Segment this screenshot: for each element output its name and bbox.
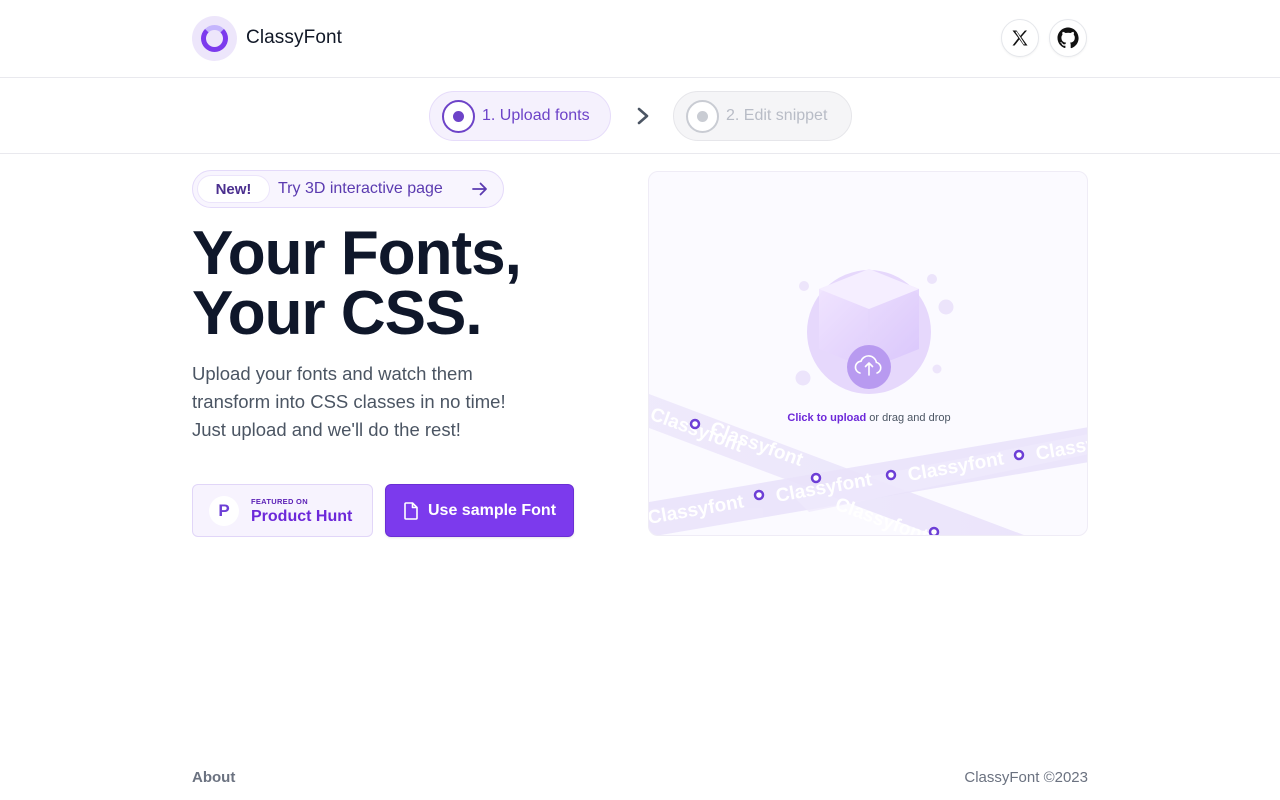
description-line-3: Just upload and we'll do the rest!	[192, 419, 461, 440]
upload-dropzone[interactable]: Classyfont Classyfont Classyfont Classyf…	[648, 171, 1088, 536]
chevron-right-icon	[637, 107, 649, 125]
loader-ring-icon	[201, 25, 228, 52]
use-sample-font-button[interactable]: Use sample Font	[385, 484, 574, 537]
x-twitter-link[interactable]	[1001, 19, 1039, 57]
upload-illustration: Classyfont Classyfont Classyfont Classyf…	[649, 269, 1087, 535]
x-twitter-icon	[1012, 30, 1028, 46]
file-icon	[404, 501, 418, 520]
title-line-2: Your CSS.	[192, 279, 483, 348]
step-upload-fonts[interactable]: 1. Upload fonts	[429, 91, 611, 141]
upload-instructions: Click to upload or drag and drop	[649, 412, 1087, 424]
title-line-1: Your Fonts,	[192, 219, 522, 288]
description-line-1: Upload your fonts and watch them	[192, 363, 473, 384]
try-3d-label: Try 3D interactive page	[278, 180, 443, 197]
github-icon	[1057, 27, 1079, 49]
steps-bar: 1. Upload fonts 2. Edit snippet	[0, 78, 1280, 154]
step-label: 2. Edit snippet	[726, 107, 828, 124]
step-inactive-indicator-icon	[686, 99, 719, 133]
description-line-2: transform into CSS classes in no time!	[192, 391, 506, 412]
brand-name[interactable]: ClassyFont	[246, 27, 342, 49]
hero-description: Upload your fonts and watch them transfo…	[192, 360, 532, 444]
about-link[interactable]: About	[192, 769, 235, 786]
featured-on-label: FEATURED ON	[251, 497, 308, 506]
try-3d-link[interactable]: New! Try 3D interactive page	[192, 170, 504, 208]
click-to-upload-link[interactable]: Click to upload	[787, 412, 866, 424]
step-label: 1. Upload fonts	[482, 107, 590, 124]
github-link[interactable]	[1049, 19, 1087, 57]
top-header: ClassyFont	[0, 0, 1280, 78]
page-title: Your Fonts, Your CSS.	[192, 223, 522, 345]
drag-drop-text: or drag and drop	[866, 412, 951, 424]
step-edit-snippet[interactable]: 2. Edit snippet	[673, 91, 852, 141]
step-active-indicator-icon	[442, 99, 475, 133]
use-sample-font-label: Use sample Font	[428, 501, 557, 519]
product-hunt-label: Product Hunt	[251, 508, 353, 525]
logo[interactable]	[192, 16, 237, 61]
new-badge: New!	[197, 175, 270, 203]
arrow-right-icon	[472, 182, 487, 196]
product-hunt-button[interactable]: P FEATURED ON Product Hunt	[192, 484, 373, 537]
copyright-text: ClassyFont ©2023	[964, 769, 1088, 786]
product-hunt-icon: P	[209, 496, 239, 526]
